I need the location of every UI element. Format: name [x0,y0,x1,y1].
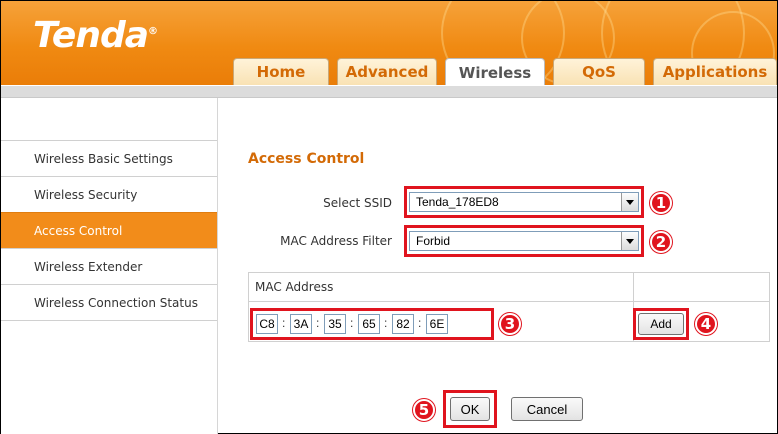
callout-box-2 [404,225,644,257]
sidebar-item-label: Wireless Extender [34,259,143,274]
sidebar-item-wireless-security[interactable]: Wireless Security [1,176,217,212]
main-tabs: Home Advanced Wireless QoS Applications [233,58,777,85]
callout-box-4 [633,308,689,340]
sidebar-item-wireless-basic-settings[interactable]: Wireless Basic Settings [1,140,217,176]
tab-applications[interactable]: Applications [653,58,777,85]
tab-home[interactable]: Home [233,58,329,85]
sidebar-item-label: Wireless Basic Settings [34,151,173,166]
sidebar-item-label: Wireless Connection Status [34,295,198,310]
callout-badge-4: 4 [695,313,717,335]
sidebar-item-access-control[interactable]: Access Control [1,212,217,248]
callout-badge-3: 3 [499,313,521,335]
sidebar-item-label: Access Control [34,223,123,238]
sidebar-item-label: Wireless Security [34,187,138,202]
cancel-button[interactable]: Cancel [511,397,583,421]
callout-badge-1: 1 [650,192,672,214]
header-divider [1,86,777,98]
tab-qos[interactable]: QoS [553,58,645,85]
tab-advanced[interactable]: Advanced [337,58,437,85]
select-ssid-label: Select SSID [323,196,392,210]
mac-address-header: MAC Address [255,280,334,294]
callout-badge-5: 5 [413,399,435,421]
sidebar-item-wireless-extender[interactable]: Wireless Extender [1,248,217,284]
sidebar-divider [1,320,217,321]
tab-wireless[interactable]: Wireless [445,58,545,85]
callout-box-5 [443,390,497,428]
callout-box-3 [250,308,494,340]
sidebar: Wireless Basic Settings Wireless Securit… [1,98,218,434]
tenda-logo: Tenda® [33,15,158,56]
callout-badge-2: 2 [650,231,672,253]
mac-filter-label: MAC Address Filter [280,234,392,248]
section-title: Access Control [248,151,365,167]
sidebar-item-wireless-connection-status[interactable]: Wireless Connection Status [1,284,217,320]
callout-box-1 [404,186,644,218]
header-banner: Tenda® Home Advanced Wireless QoS Applic… [1,1,777,85]
